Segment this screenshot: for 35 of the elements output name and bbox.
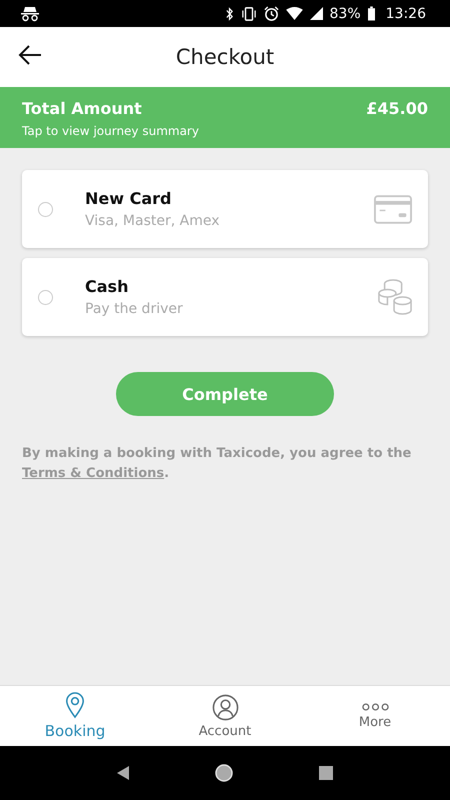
clock-time: 13:26: [386, 6, 426, 22]
user-icon: [212, 694, 238, 720]
wifi-icon: [286, 7, 303, 20]
payment-option[interactable]: New Card Visa, Master, Amex: [22, 170, 428, 248]
back-triangle-icon[interactable]: [117, 766, 130, 780]
journey-summary-hint: Tap to view journey summary: [22, 124, 200, 138]
radio-button[interactable]: [38, 202, 53, 216]
option-title: Cash: [85, 277, 130, 296]
bluetooth-icon: [224, 6, 234, 20]
battery-icon: [368, 6, 375, 21]
coins-icon: [378, 278, 412, 316]
total-amount: £45.00: [366, 99, 428, 118]
credit-card-icon: [374, 194, 412, 224]
nav-tab[interactable]: Account: [150, 686, 300, 746]
nav-tab[interactable]: More: [300, 686, 450, 746]
back-button[interactable]: [18, 45, 42, 65]
recents-icon[interactable]: [318, 766, 333, 780]
terms-notice: By making a booking with Taxicode, you agree to the Terms & Conditions.: [22, 445, 412, 482]
nav-tab[interactable]: Booking: [0, 686, 150, 746]
payment-option[interactable]: Cash Pay the driver: [22, 258, 428, 336]
option-subtitle: Pay the driver: [85, 301, 184, 317]
back-arrow-icon: [18, 45, 42, 65]
radio-button[interactable]: [38, 290, 53, 304]
option-title: New Card: [85, 189, 172, 208]
home-icon[interactable]: [214, 763, 234, 783]
location-pin-icon: [65, 692, 85, 719]
vibrate-icon: [240, 6, 257, 20]
option-subtitle: Visa, Master, Amex: [85, 213, 221, 229]
alarm-icon: [264, 6, 279, 21]
screen-title: Checkout: [176, 45, 274, 69]
total-label: Total Amount: [22, 99, 142, 118]
incognito-icon: [20, 6, 40, 22]
signal-icon: [310, 7, 323, 20]
battery-percent: 83%: [330, 6, 361, 22]
more-icon: [362, 702, 388, 712]
